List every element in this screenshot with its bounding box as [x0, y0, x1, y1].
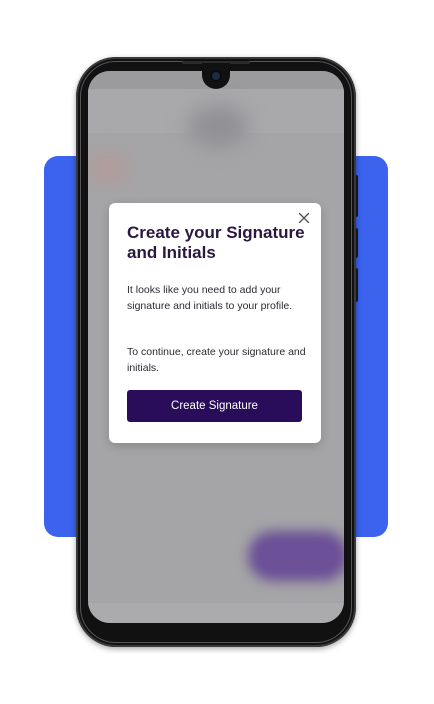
dialog-title: Create your Signature and Initials [127, 223, 305, 262]
blurred-side-content [88, 153, 128, 183]
dialog-instruction: To continue, create your signature and i… [127, 346, 306, 374]
navigation-bar [88, 603, 344, 623]
front-camera-icon [210, 70, 222, 82]
create-signature-button[interactable]: Create Signature [127, 390, 302, 422]
blurred-floating-button [248, 531, 344, 581]
stage: Create your Signature and Initials It lo… [0, 0, 434, 704]
blurred-header-content [188, 106, 248, 146]
signature-dialog: Create your Signature and Initials It lo… [109, 203, 321, 443]
dialog-message: It looks like you need to add your signa… [127, 284, 293, 312]
